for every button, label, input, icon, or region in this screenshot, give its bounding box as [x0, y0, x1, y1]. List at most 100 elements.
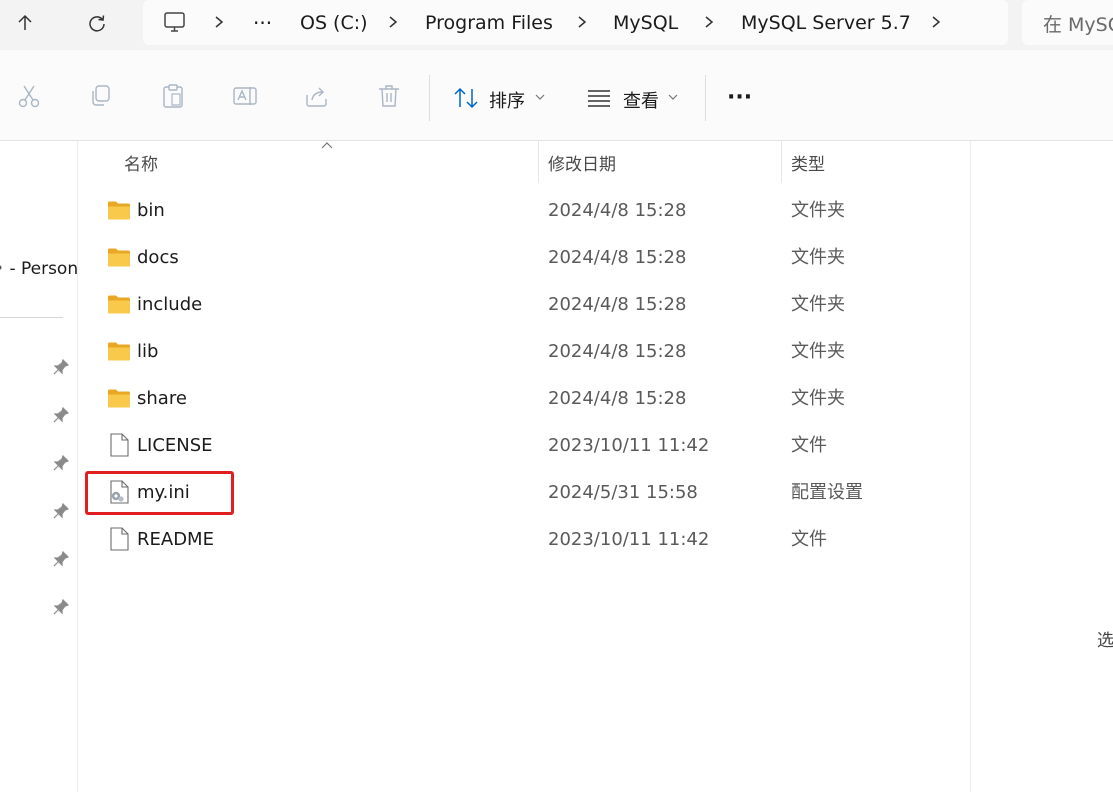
pane-divider	[970, 141, 971, 792]
file-row[interactable]: share 2024/4/8 15:28 文件夹	[78, 375, 970, 422]
scissors-icon	[18, 85, 40, 108]
separator	[429, 75, 430, 121]
file-type: 文件	[791, 529, 827, 550]
up-button[interactable]	[9, 8, 41, 38]
command-bar: 排序 查看 ···	[0, 50, 1113, 141]
chevron-right-icon[interactable]	[386, 12, 400, 32]
chevron-down-icon	[668, 94, 678, 100]
file-date: 2024/4/8 15:28	[548, 341, 687, 362]
breadcrumb-mysql-server[interactable]: MySQL Server 5.7	[741, 0, 911, 45]
separator	[705, 75, 706, 121]
column-header-date[interactable]: 修改日期	[548, 141, 616, 183]
pin-icon[interactable]	[52, 502, 70, 520]
pin-icon[interactable]	[52, 454, 70, 472]
navigation-pane[interactable]: • - Personal	[0, 141, 78, 792]
sort-button[interactable]: 排序	[453, 50, 553, 140]
folder-icon	[108, 342, 130, 361]
sort-icon	[454, 87, 478, 109]
refresh-icon	[89, 15, 105, 32]
file-row[interactable]: README 2023/10/11 11:42 文件	[78, 516, 970, 563]
file-type: 文件夹	[791, 200, 845, 221]
more-options-button[interactable]: ···	[727, 85, 757, 111]
copy-button[interactable]	[87, 82, 115, 110]
file-row[interactable]: lib 2024/4/8 15:28 文件夹	[78, 328, 970, 375]
delete-button[interactable]	[375, 82, 403, 110]
pin-icon[interactable]	[52, 550, 70, 568]
file-row[interactable]: LICENSE 2023/10/11 11:42 文件	[78, 422, 970, 469]
chevron-right-icon[interactable]	[575, 12, 589, 32]
file-date: 2023/10/11 11:42	[548, 435, 710, 456]
rename-button[interactable]	[231, 82, 259, 110]
arrow-up-icon	[18, 14, 32, 30]
search-placeholder: 在 MySQL	[1043, 14, 1113, 36]
nav-item-label: - Personal	[9, 259, 78, 279]
view-list-icon	[588, 90, 610, 107]
trash-icon	[379, 85, 399, 107]
file-name: LICENSE	[137, 435, 213, 456]
pin-icon[interactable]	[52, 598, 70, 616]
file-date: 2024/4/8 15:28	[548, 200, 687, 221]
share-button[interactable]	[303, 82, 331, 110]
nav-item-onedrive[interactable]: • - Personal	[0, 259, 78, 279]
file-type: 文件夹	[791, 294, 845, 315]
column-header-name[interactable]: 名称	[124, 141, 158, 183]
chevron-right-icon[interactable]	[212, 12, 226, 32]
paste-button[interactable]	[159, 82, 187, 110]
column-divider[interactable]	[781, 141, 782, 183]
folder-icon	[108, 201, 130, 220]
file-name: bin	[137, 200, 165, 221]
file-icon	[110, 527, 129, 551]
file-row[interactable]: include 2024/4/8 15:28 文件夹	[78, 281, 970, 328]
folder-icon	[108, 295, 130, 314]
file-type: 配置设置	[791, 482, 863, 503]
file-row[interactable]: docs 2024/4/8 15:28 文件夹	[78, 234, 970, 281]
breadcrumb-os-c[interactable]: OS (C:)	[300, 0, 368, 45]
file-name: docs	[137, 247, 179, 268]
folder-icon	[108, 389, 130, 408]
refresh-button[interactable]	[81, 8, 113, 38]
file-type: 文件夹	[791, 247, 845, 268]
file-date: 2024/5/31 15:58	[548, 482, 698, 503]
details-pane-text: 选	[1097, 631, 1113, 651]
file-name: lib	[137, 341, 159, 362]
folder-icon	[108, 248, 130, 267]
sort-label: 排序	[489, 91, 525, 112]
rename-icon	[233, 87, 257, 105]
view-label: 查看	[623, 91, 659, 112]
column-divider[interactable]	[538, 141, 539, 183]
search-input[interactable]: 在 MySQL	[1022, 0, 1113, 45]
column-header-type[interactable]: 类型	[791, 141, 825, 183]
file-type: 文件夹	[791, 388, 845, 409]
file-name: README	[137, 529, 214, 550]
cut-button[interactable]	[15, 82, 43, 110]
address-bar[interactable]: ··· OS (C:) Program Files MySQL MySQL Se…	[143, 0, 1008, 45]
explorer-content: • - Personal 名称 修改日期 类型 bin 2024/4/8 15:…	[0, 141, 1113, 792]
breadcrumb-overflow[interactable]: ···	[253, 0, 272, 45]
nav-divider	[0, 317, 63, 318]
chevron-down-icon	[535, 94, 545, 100]
pin-icon[interactable]	[52, 406, 70, 424]
sort-ascending-icon	[321, 142, 333, 149]
file-row[interactable]: bin 2024/4/8 15:28 文件夹	[78, 187, 970, 234]
file-date: 2024/4/8 15:28	[548, 388, 687, 409]
chevron-right-icon[interactable]	[702, 12, 716, 32]
highlight-box	[85, 471, 234, 515]
breadcrumb-mysql[interactable]: MySQL	[613, 0, 678, 45]
file-type: 文件	[791, 435, 827, 456]
pin-icon[interactable]	[52, 358, 70, 376]
view-button[interactable]: 查看	[587, 50, 687, 140]
file-date: 2024/4/8 15:28	[548, 294, 687, 315]
breadcrumb-program-files[interactable]: Program Files	[425, 0, 553, 45]
share-icon	[306, 87, 327, 107]
chevron-right-icon[interactable]	[929, 12, 943, 32]
file-name: include	[137, 294, 203, 315]
address-toolbar: ··· OS (C:) Program Files MySQL MySQL Se…	[0, 0, 1113, 50]
this-pc-icon[interactable]	[163, 11, 187, 33]
file-date: 2024/4/8 15:28	[548, 247, 687, 268]
clipboard-icon	[163, 84, 183, 108]
file-icon	[110, 433, 129, 457]
copy-icon	[92, 85, 110, 106]
file-name: share	[137, 388, 187, 409]
file-date: 2023/10/11 11:42	[548, 529, 710, 550]
file-type: 文件夹	[791, 341, 845, 362]
